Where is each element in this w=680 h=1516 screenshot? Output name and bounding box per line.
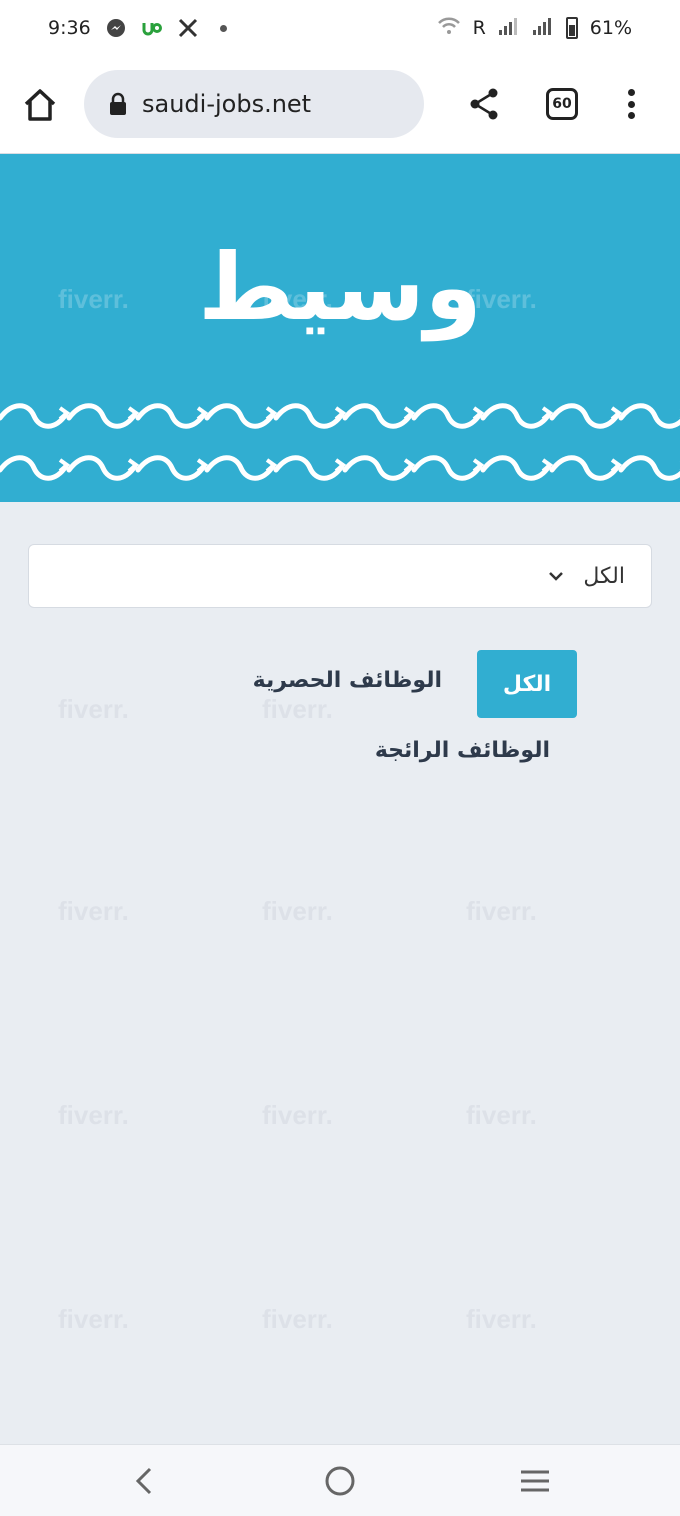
watermark: fiverr.: [466, 896, 537, 926]
watermark: fiverr.: [58, 896, 129, 926]
home-circle-icon: [325, 1466, 355, 1496]
filter-exclusive-jobs-button[interactable]: الوظائف الحصرية: [220, 668, 442, 693]
watermark: fiverr.: [262, 896, 333, 926]
back-button[interactable]: [126, 1463, 162, 1499]
wave-pattern: [0, 394, 680, 502]
filter-trending-jobs-button[interactable]: الوظائف الرائجة: [330, 738, 550, 763]
category-select[interactable]: الكل: [28, 544, 652, 608]
watermark: fiverr.: [58, 1100, 129, 1130]
more-dot-icon: [627, 89, 635, 96]
roaming-label: R: [472, 17, 486, 39]
watermark: fiverr.: [262, 694, 333, 724]
status-left: 9:36: [48, 17, 235, 39]
status-time: 9:36: [48, 17, 91, 39]
dot-icon: [213, 17, 235, 39]
signal-icon: [498, 16, 520, 41]
home-nav-button[interactable]: [322, 1463, 358, 1499]
url-bar[interactable]: saudi-jobs.net: [84, 70, 424, 138]
signal-icon-2: [532, 16, 554, 41]
share-button[interactable]: [466, 86, 502, 122]
share-icon: [470, 88, 498, 120]
site-logo[interactable]: وسيط: [0, 242, 680, 334]
home-button[interactable]: [20, 85, 60, 125]
status-right: R 61%: [437, 16, 632, 41]
more-dot-icon: [627, 100, 635, 108]
recents-button[interactable]: [517, 1463, 553, 1499]
hero-banner: fiverr. fiverr. fiverr. وسيط: [0, 154, 680, 502]
more-dot-icon: [627, 112, 635, 119]
battery-icon: [565, 17, 578, 39]
watermark: fiverr.: [262, 1100, 333, 1130]
chevron-down-icon: [549, 572, 564, 581]
watermark: fiverr.: [58, 694, 129, 724]
watermark: fiverr.: [58, 1304, 129, 1334]
page: 9:36 R 61% saudi-jobs.net 60 fiverr. fiv…: [0, 0, 680, 1516]
filter-all-button[interactable]: الكل: [477, 650, 577, 718]
category-select-value: الكل: [583, 563, 625, 589]
wifi-icon: [437, 16, 461, 41]
back-icon: [135, 1467, 152, 1495]
status-bar: 9:36 R 61%: [0, 0, 680, 56]
messenger-icon: [105, 17, 127, 39]
battery-percent: 61%: [589, 17, 632, 39]
lock-icon: [110, 92, 126, 115]
watermark: fiverr.: [262, 1304, 333, 1334]
url-text: saudi-jobs.net: [142, 90, 312, 118]
home-icon: [24, 89, 56, 121]
more-menu-button[interactable]: [622, 86, 640, 122]
x-icon: [177, 17, 199, 39]
browser-toolbar: saudi-jobs.net 60: [0, 56, 680, 154]
system-nav-bar: [0, 1444, 680, 1516]
watermark: fiverr.: [466, 1304, 537, 1334]
watermark: fiverr.: [466, 1100, 537, 1130]
recents-icon: [521, 1470, 549, 1492]
upwork-icon: [141, 17, 163, 39]
tabs-button[interactable]: 60: [546, 88, 578, 120]
